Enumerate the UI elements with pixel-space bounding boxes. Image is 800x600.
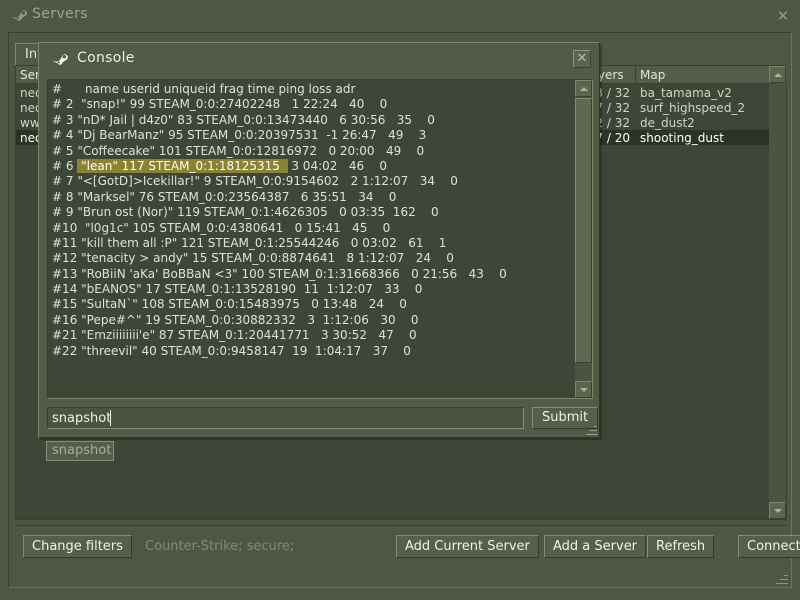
console-line: #11 "kill them all :P" 121 STEAM_0:1:255… (52, 235, 447, 250)
cell-map: ba_tamama_v2 (640, 85, 732, 100)
scroll-down-icon (773, 508, 782, 513)
console-window-title: Console (77, 50, 135, 66)
column-header-map[interactable]: Map (636, 66, 771, 84)
server-list-scrollbar[interactable] (769, 66, 786, 519)
console-scroll-thumb[interactable] (575, 98, 592, 363)
steam-logo-icon (11, 10, 27, 21)
filter-description: Counter-Strike; secure; (145, 539, 295, 554)
console-line: #15 "SultaN`" 108 STEAM_0:0:15483975 0 1… (52, 297, 407, 312)
console-line: # 8 "Marksel" 76 STEAM_0:0:23564387 6 35… (52, 189, 397, 204)
scroll-up-icon (773, 72, 782, 77)
cell-map: surf_highspeed_2 (640, 100, 746, 115)
cell-map: shooting_dust (640, 130, 724, 145)
console-line: # 2 "snap!" 99 STEAM_0:0:27402248 1 22:2… (52, 97, 388, 112)
console-resize-grip[interactable] (586, 424, 597, 435)
console-line: # 7 "<[GotD]>Icekillar!" 9 STEAM_0:0:915… (52, 174, 458, 189)
servers-window-title: Servers (32, 6, 89, 22)
console-scroll-up-button[interactable] (575, 80, 592, 97)
scroll-down-icon (579, 387, 588, 392)
autocomplete-suggestion[interactable]: snapshot (46, 441, 114, 461)
console-line: # 4 "Dj BearManz" 95 STEAM_0:0:20397531 … (52, 128, 427, 143)
console-line-selection: "lean" 117 STEAM_0:1:18125315 (77, 158, 288, 173)
console-line: # 6 "lean" 117 STEAM_0:1:18125315 3 04:0… (52, 158, 387, 173)
servers-close-button[interactable]: ✕ (775, 8, 791, 24)
console-line: #12 "tenacity > andy" 15 STEAM_0:0:88746… (52, 251, 454, 266)
connect-button[interactable]: Connect (738, 535, 800, 558)
cell-map: de_dust2 (640, 115, 695, 130)
steam-logo-icon (52, 54, 68, 65)
scroll-up-icon (579, 86, 588, 91)
servers-resize-grip[interactable] (776, 572, 788, 584)
console-input-row: Submit (47, 407, 599, 431)
console-line: #10 "l0g1c" 105 STEAM_0:0:4380641 0 15:4… (52, 220, 391, 235)
console-window: Console ✕ # name userid uniqueid frag ti… (38, 42, 600, 438)
console-command-input[interactable] (47, 407, 524, 429)
console-line: #13 "RoBiiN 'aKa' BoBBaN <3" 100 STEAM_0… (52, 266, 507, 281)
console-line: #22 "threevil" 40 STEAM_0:0:9458147 19 1… (52, 343, 411, 358)
add-current-server-button[interactable]: Add Current Server (396, 535, 539, 558)
console-scroll-down-button[interactable] (575, 381, 592, 398)
console-line: # name userid uniqueid frag time ping lo… (52, 82, 356, 96)
console-line: #14 "bEANOS" 17 STEAM_0:1:13528190 11 1:… (52, 282, 423, 297)
console-scrollbar[interactable] (575, 80, 592, 398)
refresh-button[interactable]: Refresh (647, 535, 715, 558)
console-line: # 9 "Brun ost (Nor)" 119 STEAM_0:1:46263… (52, 205, 439, 220)
console-line: #21 "Emziiiiiiii'e" 87 STEAM_0:1:2044177… (52, 328, 417, 343)
console-line: # 5 "Coffeecake" 101 STEAM_0:0:12816972 … (52, 143, 425, 158)
console-log-lines: # name userid uniqueid frag time ping lo… (48, 82, 576, 359)
servers-toolbar: Change filters Counter-Strike; secure; A… (15, 525, 800, 567)
server-list-scroll-up-button[interactable] (769, 66, 786, 83)
servers-titlebar[interactable]: Servers ✕ (0, 0, 800, 32)
console-line: #16 "Pepe#^" 19 STEAM_0:0:30882332 3 1:1… (52, 312, 419, 327)
console-close-button[interactable]: ✕ (573, 50, 591, 68)
server-list-scroll-down-button[interactable] (769, 502, 786, 519)
add-a-server-button[interactable]: Add a Server (544, 535, 647, 558)
text-caret (110, 410, 111, 426)
console-output-panel[interactable]: # name userid uniqueid frag time ping lo… (47, 79, 593, 399)
change-filters-button[interactable]: Change filters (23, 535, 132, 558)
console-line: # 3 "nD* Jail | d4z0" 83 STEAM_0:0:13473… (52, 112, 435, 127)
